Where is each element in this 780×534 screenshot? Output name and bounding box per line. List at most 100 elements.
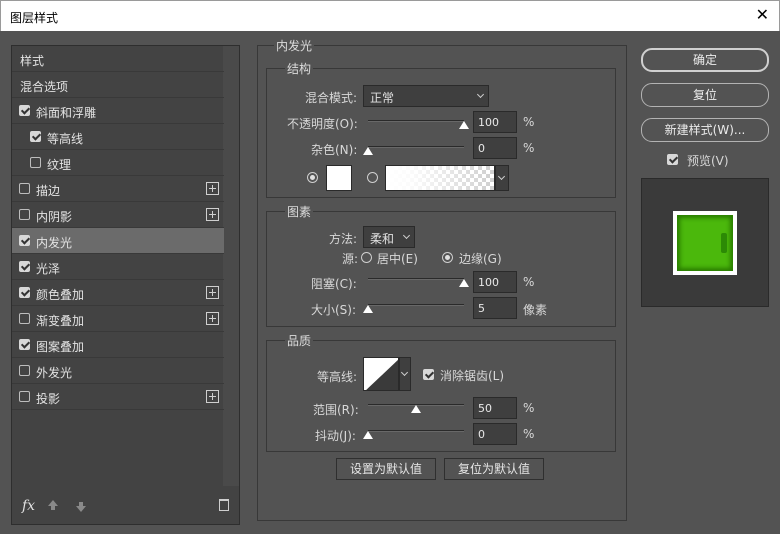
source-edge-radio[interactable] xyxy=(442,252,453,263)
set-default-button[interactable]: 设置为默认值 xyxy=(336,458,436,480)
style-item[interactable]: 描边 xyxy=(12,176,224,202)
style-item-label: 投影 xyxy=(36,392,61,406)
style-item-checkbox[interactable] xyxy=(19,261,30,272)
title-bar: 图层样式 ✕ xyxy=(0,0,780,31)
contour-dropdown[interactable] xyxy=(399,357,411,391)
size-slider[interactable] xyxy=(368,304,464,306)
choke-input[interactable]: 100 xyxy=(473,271,517,293)
trash-icon[interactable] xyxy=(219,499,229,511)
glow-color-swatch[interactable] xyxy=(326,165,352,191)
style-item[interactable]: 颜色叠加 xyxy=(12,280,224,306)
style-item-label: 光泽 xyxy=(36,262,61,276)
style-item-label: 等高线 xyxy=(47,132,84,146)
method-label: 方法: xyxy=(329,232,358,246)
preview-thumbnail xyxy=(673,211,737,275)
style-item-label: 斜面和浮雕 xyxy=(36,106,97,120)
style-item-checkbox[interactable] xyxy=(19,365,30,376)
new-style-button[interactable]: 新建样式(W)... xyxy=(641,118,769,142)
style-item-checkbox[interactable] xyxy=(30,157,41,168)
style-item[interactable]: 纹理 xyxy=(12,150,224,176)
structure-group: 结构 混合模式: 正常 不透明度(O): 100 % 杂色(N): 0 % xyxy=(266,60,616,198)
blend-mode-label: 混合模式: xyxy=(305,91,358,105)
style-item[interactable]: 样式 xyxy=(12,46,224,72)
style-item-label: 混合选项 xyxy=(20,80,69,94)
opacity-slider[interactable] xyxy=(368,120,464,122)
reset-button[interactable]: 复位 xyxy=(641,83,769,107)
source-edge-label: 边缘(G) xyxy=(459,252,502,266)
antialias-checkbox[interactable] xyxy=(423,369,434,380)
gradient-radio[interactable] xyxy=(367,172,378,183)
panel-title: 内发光 xyxy=(274,37,315,54)
gradient-dropdown[interactable] xyxy=(495,165,509,191)
add-icon[interactable] xyxy=(206,182,219,195)
preview-swatch xyxy=(677,215,733,271)
gradient-swatch[interactable] xyxy=(385,165,495,191)
style-item-checkbox[interactable] xyxy=(19,391,30,402)
style-item-checkbox[interactable] xyxy=(19,235,30,246)
noise-input[interactable]: 0 xyxy=(473,137,517,159)
noise-slider-thumb[interactable] xyxy=(363,147,373,155)
style-item[interactable]: 内阴影 xyxy=(12,202,224,228)
style-item-checkbox[interactable] xyxy=(19,313,30,324)
style-item[interactable]: 混合选项 xyxy=(12,72,224,98)
style-item-checkbox[interactable] xyxy=(19,209,30,220)
style-item[interactable]: 图案叠加 xyxy=(12,332,224,358)
range-slider-thumb[interactable] xyxy=(411,405,421,413)
style-item[interactable]: 外发光 xyxy=(12,358,224,384)
size-slider-thumb[interactable] xyxy=(363,305,373,313)
preview-label: 预览(V) xyxy=(687,154,729,168)
elements-group: 图素 方法: 柔和 源: 居中(E) 边缘(G) 阻塞(C): 100 % 大小… xyxy=(266,203,616,327)
fx-icon[interactable]: fx xyxy=(22,498,35,514)
range-input[interactable]: 50 xyxy=(473,397,517,419)
ok-button[interactable]: 确定 xyxy=(641,48,769,72)
style-item[interactable]: 渐变叠加 xyxy=(12,306,224,332)
move-down-icon[interactable] xyxy=(76,502,86,512)
style-item-checkbox[interactable] xyxy=(19,105,30,116)
jitter-slider[interactable] xyxy=(368,430,464,432)
style-item[interactable]: 等高线 xyxy=(12,124,224,150)
style-item[interactable]: 内发光 xyxy=(12,228,224,254)
reset-default-button[interactable]: 复位为默认值 xyxy=(444,458,544,480)
noise-slider[interactable] xyxy=(368,146,464,148)
add-icon[interactable] xyxy=(206,390,219,403)
add-icon[interactable] xyxy=(206,286,219,299)
style-item-checkbox[interactable] xyxy=(19,339,30,350)
style-item-label: 图案叠加 xyxy=(36,340,85,354)
opacity-input[interactable]: 100 xyxy=(473,111,517,133)
jitter-slider-thumb[interactable] xyxy=(363,431,373,439)
chevron-down-icon xyxy=(400,368,409,377)
style-item-checkbox[interactable] xyxy=(30,131,41,142)
move-up-icon[interactable] xyxy=(48,500,58,510)
blend-mode-select[interactable]: 正常 xyxy=(363,85,489,107)
style-item-checkbox[interactable] xyxy=(19,287,30,298)
add-icon[interactable] xyxy=(206,312,219,325)
opacity-slider-thumb[interactable] xyxy=(459,121,469,129)
blend-mode-value: 正常 xyxy=(370,91,395,105)
source-center-label: 居中(E) xyxy=(377,252,418,266)
style-item-label: 纹理 xyxy=(47,158,72,172)
style-item-label: 内阴影 xyxy=(36,210,73,224)
style-list-scrollbar[interactable] xyxy=(223,46,239,486)
method-value: 柔和 xyxy=(370,232,395,246)
solid-color-radio[interactable] xyxy=(307,172,318,183)
chevron-down-icon xyxy=(476,90,485,99)
noise-unit: % xyxy=(523,141,535,155)
elements-title: 图素 xyxy=(285,203,314,220)
style-item-label: 内发光 xyxy=(36,236,73,250)
choke-slider-thumb[interactable] xyxy=(459,279,469,287)
contour-curve-icon xyxy=(366,359,398,390)
style-item-checkbox[interactable] xyxy=(19,183,30,194)
method-select[interactable]: 柔和 xyxy=(363,226,415,248)
style-item[interactable]: 投影 xyxy=(12,384,224,410)
add-icon[interactable] xyxy=(206,208,219,221)
close-icon[interactable]: ✕ xyxy=(756,6,769,24)
jitter-input[interactable]: 0 xyxy=(473,423,517,445)
structure-title: 结构 xyxy=(285,60,314,77)
source-center-radio[interactable] xyxy=(361,252,372,263)
style-item[interactable]: 斜面和浮雕 xyxy=(12,98,224,124)
choke-slider[interactable] xyxy=(368,278,464,280)
preview-checkbox[interactable] xyxy=(667,154,678,165)
size-input[interactable]: 5 xyxy=(473,297,517,319)
style-item[interactable]: 光泽 xyxy=(12,254,224,280)
contour-preview[interactable] xyxy=(363,357,399,391)
